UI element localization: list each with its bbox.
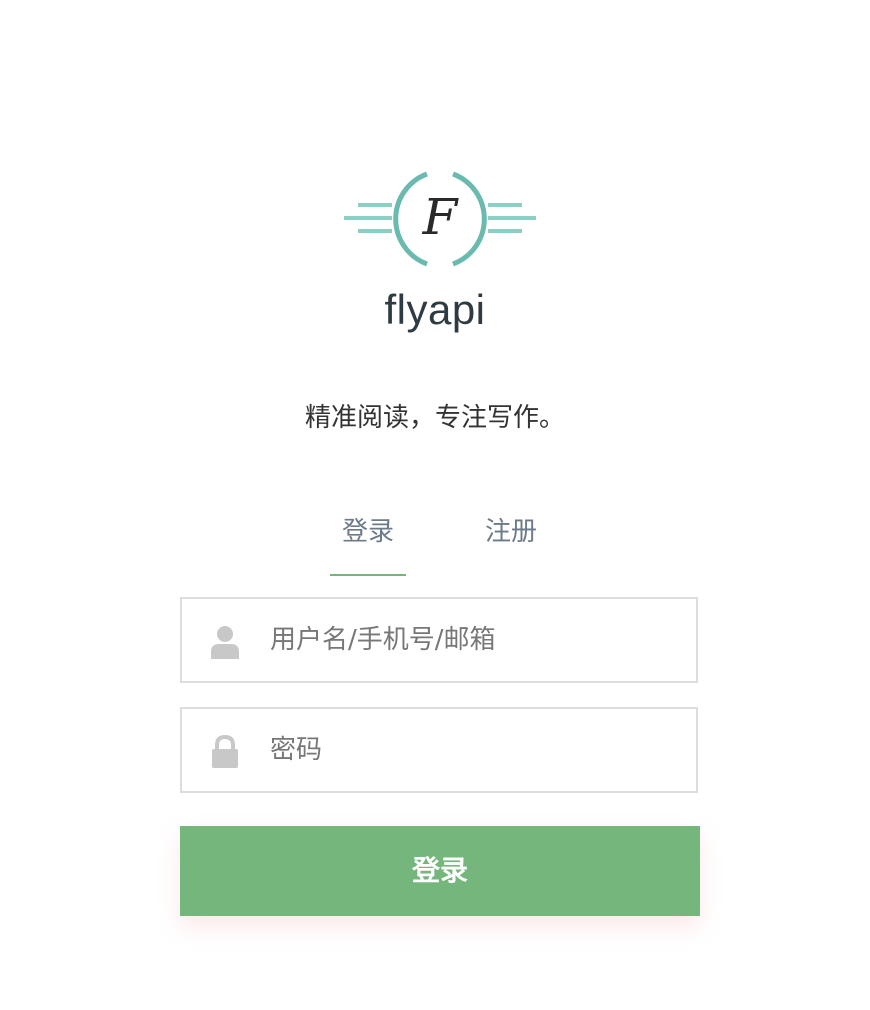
user-icon [210,625,240,659]
tab-login[interactable]: 登录 [330,510,406,574]
lock-icon [210,734,240,769]
password-field [180,707,698,793]
password-input[interactable] [270,709,680,791]
tab-register[interactable]: 注册 [473,510,549,574]
slogan: 精准阅读，专注写作。 [304,403,565,433]
username-input[interactable] [270,599,680,681]
logo: F [340,168,540,278]
username-field [180,597,698,683]
logo-letter: F [422,188,460,246]
auth-tabs: 登录 注册 [0,510,870,580]
active-tab-indicator [330,574,406,576]
brand-name: flyapi [384,286,486,333]
login-button[interactable]: 登录 [180,826,700,916]
